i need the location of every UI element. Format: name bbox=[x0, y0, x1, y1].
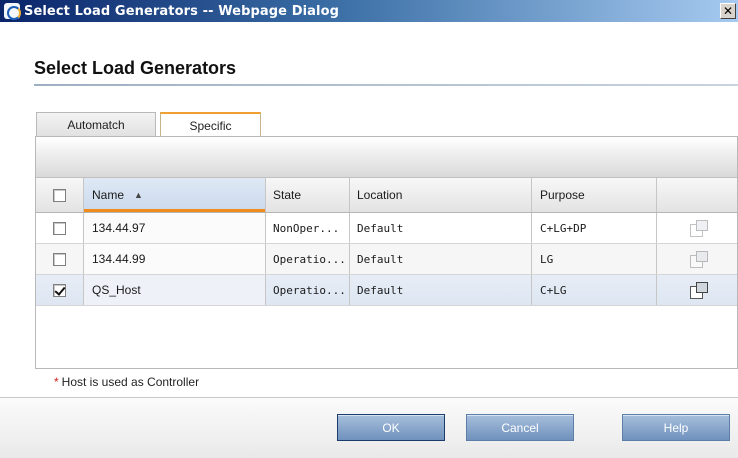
properties-icon[interactable] bbox=[689, 220, 708, 237]
load-generators-grid: Name ▲ State Location Purpose 134.44.97 … bbox=[35, 136, 738, 369]
properties-icon[interactable] bbox=[689, 282, 708, 299]
window-title: Select Load Generators -- Webpage Dialog bbox=[24, 3, 340, 19]
header-select-all-cell bbox=[36, 178, 84, 212]
tab-specific[interactable]: Specific bbox=[160, 112, 261, 137]
cell-state: Operatio... bbox=[266, 275, 350, 305]
column-header-location[interactable]: Location bbox=[350, 178, 532, 212]
table-row[interactable]: 134.44.97 NonOper... Default C+LG+DP bbox=[36, 213, 737, 244]
tab-automatch[interactable]: Automatch bbox=[36, 112, 156, 136]
column-header-purpose[interactable]: Purpose bbox=[532, 178, 657, 212]
row-check-cell bbox=[36, 275, 84, 305]
footnote-text: Host is used as Controller bbox=[61, 375, 200, 389]
ok-button[interactable]: OK bbox=[337, 414, 445, 441]
cell-state: NonOper... bbox=[266, 213, 350, 243]
row-check-cell bbox=[36, 244, 84, 274]
title-divider bbox=[34, 84, 738, 86]
cell-state: Operatio... bbox=[266, 244, 350, 274]
cell-location: Default bbox=[350, 213, 532, 243]
cell-purpose: C+LG+DP bbox=[532, 213, 657, 243]
table-row[interactable]: 134.44.99 Operatio... Default LG bbox=[36, 244, 737, 275]
cell-location: Default bbox=[350, 275, 532, 305]
column-header-name[interactable]: Name ▲ bbox=[84, 178, 266, 212]
column-header-actions bbox=[657, 178, 738, 212]
properties-icon[interactable] bbox=[689, 251, 708, 268]
cell-name: 134.44.99 bbox=[84, 244, 266, 274]
row-checkbox[interactable] bbox=[53, 221, 66, 235]
cell-location: Default bbox=[350, 244, 532, 274]
row-actions-cell bbox=[657, 244, 738, 274]
cell-purpose: C+LG bbox=[532, 275, 657, 305]
row-checkbox[interactable] bbox=[53, 252, 66, 266]
cell-name: 134.44.97 bbox=[84, 213, 266, 243]
row-check-cell bbox=[36, 213, 84, 243]
required-star: * bbox=[54, 375, 59, 389]
grid-header: Name ▲ State Location Purpose bbox=[36, 178, 737, 213]
title-bar: Select Load Generators -- Webpage Dialog… bbox=[0, 0, 738, 22]
row-actions-cell bbox=[657, 275, 738, 305]
ie-icon bbox=[4, 3, 21, 20]
controller-footnote: * Host is used as Controller bbox=[54, 375, 199, 389]
row-checkbox[interactable] bbox=[53, 283, 66, 297]
row-actions-cell bbox=[657, 213, 738, 243]
cancel-button[interactable]: Cancel bbox=[466, 414, 574, 441]
table-row[interactable]: QS_Host Operatio... Default C+LG bbox=[36, 275, 737, 306]
page-title: Select Load Generators bbox=[34, 58, 237, 78]
grid-toolbar bbox=[36, 137, 737, 178]
select-all-checkbox[interactable] bbox=[53, 188, 66, 202]
column-header-state[interactable]: State bbox=[266, 178, 350, 212]
help-button[interactable]: Help bbox=[622, 414, 730, 441]
sort-ascending-icon: ▲ bbox=[134, 190, 143, 200]
cell-purpose: LG bbox=[532, 244, 657, 274]
cell-name: QS_Host bbox=[84, 275, 266, 305]
column-header-name-label: Name bbox=[92, 188, 125, 202]
close-button[interactable]: ✕ bbox=[720, 3, 736, 19]
